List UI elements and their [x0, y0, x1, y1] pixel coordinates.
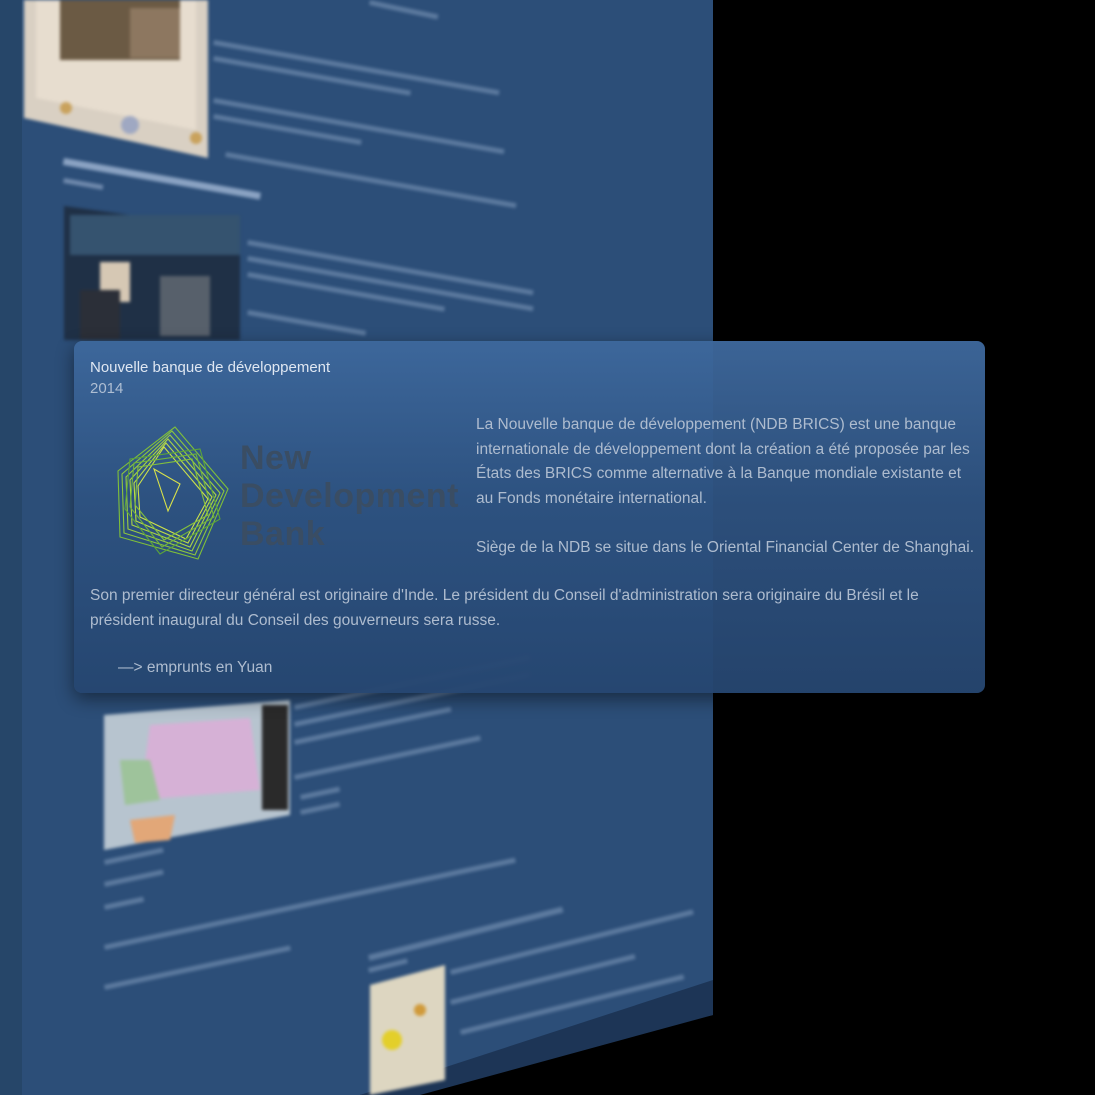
ndb-logo-icon	[117, 426, 229, 560]
event-description: La Nouvelle banque de développement (NDB…	[476, 413, 976, 585]
ndb-logo: New Development Bank	[110, 419, 459, 565]
bg-thumbnail-meeting	[64, 206, 240, 340]
bg-thumbnail-brazil-map	[370, 965, 445, 1095]
timeline-view: Nouvelle banque de développement 2014 Ne…	[0, 0, 1095, 1095]
event-date: 2014	[90, 380, 124, 397]
event-detail-card[interactable]: Nouvelle banque de développement 2014 Ne…	[74, 341, 985, 693]
event-title: Nouvelle banque de développement	[90, 359, 331, 376]
bg-thumbnail-map	[104, 700, 290, 850]
description-paragraph: Son premier directeur général est origin…	[90, 587, 919, 629]
ndb-logo-wordmark: New Development Bank	[240, 439, 459, 553]
related-link[interactable]: —> emprunts en Yuan	[118, 659, 272, 677]
description-paragraph: Siège de la NDB se situe dans le Orienta…	[476, 538, 975, 556]
bg-thumbnail-car	[24, 0, 208, 158]
description-paragraph: La Nouvelle banque de développement (NDB…	[476, 416, 970, 507]
